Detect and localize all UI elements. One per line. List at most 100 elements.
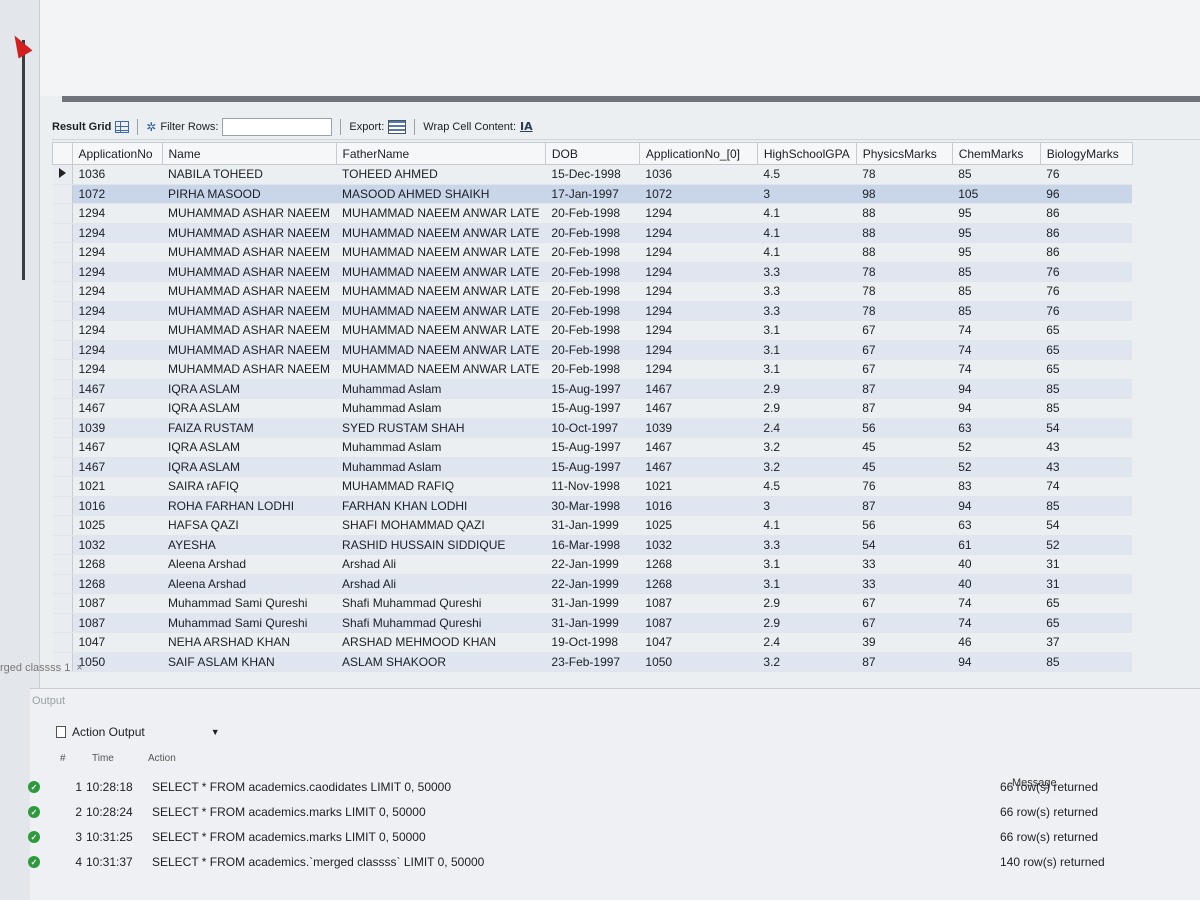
table-cell[interactable]: 61 <box>952 535 1041 555</box>
table-row[interactable]: 1036 NABILA TOHEED TOHEED AHMED 15-Dec-1998… <box>52 164 1133 185</box>
table-cell[interactable]: 56 <box>856 418 953 438</box>
table-cell[interactable]: 30-Mar-1998 <box>545 496 640 516</box>
table-cell[interactable]: 1294 <box>639 242 758 263</box>
table-cell[interactable]: 3 <box>757 496 857 516</box>
table-cell[interactable]: 22-Jan-1999 <box>545 574 640 594</box>
table-cell[interactable]: 1294 <box>72 281 162 302</box>
result-grid-tab[interactable]: Result Grid <box>52 120 130 133</box>
table-cell[interactable]: MUHAMMAD NAEEM ANWAR LATE <box>336 320 546 341</box>
filter-rows-input[interactable] <box>222 117 333 136</box>
table-row[interactable]: 1294 MUHAMMAD ASHAR NAEEM MUHAMMAD NAEEM A… <box>52 262 1133 282</box>
table-cell[interactable]: 2.4 <box>757 632 857 653</box>
table-row[interactable]: 1467 IQRA ASLAM Muhammad Aslam 15-Aug-1997 1… <box>52 379 1133 399</box>
table-row[interactable]: 1294 MUHAMMAD ASHAR NAEEM MUHAMMAD NAEEM A… <box>52 203 1133 224</box>
table-cell[interactable]: 86 <box>1040 203 1133 224</box>
table-cell[interactable]: 31-Jan-1999 <box>545 613 640 633</box>
table-cell[interactable]: MUHAMMAD ASHAR NAEEM <box>162 203 337 224</box>
row-gutter[interactable] <box>52 398 73 419</box>
table-cell[interactable]: 63 <box>952 418 1041 438</box>
table-cell[interactable]: ASLAM SHAKOOR <box>336 652 546 672</box>
row-gutter[interactable] <box>52 301 73 321</box>
table-cell[interactable]: 83 <box>952 476 1041 497</box>
table-cell[interactable]: 1032 <box>639 535 758 555</box>
table-cell[interactable]: 94 <box>952 398 1041 419</box>
table-cell[interactable]: Aleena Arshad <box>162 574 337 594</box>
table-cell[interactable]: IQRA ASLAM <box>162 398 337 419</box>
table-cell[interactable]: MUHAMMAD ASHAR NAEEM <box>162 320 337 341</box>
table-cell[interactable]: 1294 <box>72 223 162 243</box>
table-cell[interactable]: 1294 <box>72 262 162 282</box>
table-cell[interactable]: 20-Feb-1998 <box>545 262 640 282</box>
table-row[interactable]: 1467 IQRA ASLAM Muhammad Aslam 15-Aug-1997 1… <box>52 437 1133 458</box>
table-row[interactable]: 1294 MUHAMMAD ASHAR NAEEM MUHAMMAD NAEEM A… <box>52 301 1133 321</box>
table-cell[interactable]: MASOOD AHMED SHAIKH <box>336 184 546 204</box>
table-cell[interactable]: 1467 <box>639 457 758 477</box>
table-cell[interactable]: 1087 <box>72 593 162 614</box>
table-cell[interactable]: Muhammad Aslam <box>336 437 546 458</box>
column-header[interactable]: ApplicationNo <box>71 142 163 165</box>
output-row[interactable]: ✓ 2 10:28:24 SELECT * FROM academics.marks … <box>28 800 1200 824</box>
table-cell[interactable]: 85 <box>1040 379 1133 399</box>
table-cell[interactable]: 4.1 <box>757 223 857 243</box>
table-cell[interactable]: 98 <box>856 184 953 204</box>
table-cell[interactable]: 43 <box>1040 437 1133 458</box>
table-cell[interactable]: 86 <box>1040 242 1133 263</box>
table-cell[interactable]: 3.3 <box>757 262 857 282</box>
table-cell[interactable]: 78 <box>856 281 953 302</box>
table-cell[interactable]: 56 <box>856 515 953 536</box>
table-cell[interactable]: NABILA TOHEED <box>162 164 337 185</box>
table-cell[interactable]: 20-Feb-1998 <box>545 320 640 341</box>
table-cell[interactable]: 86 <box>1040 223 1133 243</box>
wrap-cell-control[interactable]: Wrap Cell Content: IA <box>423 120 532 133</box>
table-cell[interactable]: 78 <box>856 262 953 282</box>
table-cell[interactable]: 85 <box>1040 496 1133 516</box>
table-cell[interactable]: NEHA ARSHAD KHAN <box>162 632 337 653</box>
table-cell[interactable]: 4.1 <box>757 515 857 536</box>
table-cell[interactable]: 1072 <box>72 184 162 204</box>
table-cell[interactable]: 95 <box>952 203 1041 224</box>
row-gutter[interactable] <box>52 476 73 497</box>
row-gutter[interactable] <box>52 437 73 458</box>
table-cell[interactable]: Muhammad Sami Qureshi <box>162 593 337 614</box>
table-cell[interactable]: 87 <box>856 398 953 419</box>
table-row[interactable]: 1294 MUHAMMAD ASHAR NAEEM MUHAMMAD NAEEM A… <box>52 223 1133 243</box>
table-cell[interactable]: MUHAMMAD RAFIQ <box>336 476 546 497</box>
table-row[interactable]: 1021 SAIRA rAFIQ MUHAMMAD RAFIQ 11-Nov-1998… <box>52 476 1133 497</box>
table-cell[interactable]: 40 <box>952 574 1041 594</box>
table-cell[interactable]: SHAFI MOHAMMAD QAZI <box>336 515 546 536</box>
table-cell[interactable]: 1294 <box>72 242 162 263</box>
table-cell[interactable]: 1294 <box>639 359 758 380</box>
table-cell[interactable]: 54 <box>856 535 953 555</box>
table-row[interactable]: 1467 IQRA ASLAM Muhammad Aslam 15-Aug-1997 1… <box>52 457 1133 477</box>
table-cell[interactable]: 74 <box>952 320 1041 341</box>
table-cell[interactable]: 88 <box>856 203 953 224</box>
row-gutter[interactable] <box>52 535 73 555</box>
table-cell[interactable]: 67 <box>856 593 953 614</box>
table-cell[interactable]: SAIRA rAFIQ <box>162 476 337 497</box>
table-row[interactable]: 1047 NEHA ARSHAD KHAN ARSHAD MEHMOOD KHAN 1… <box>52 632 1133 653</box>
table-cell[interactable]: TOHEED AHMED <box>336 164 546 185</box>
column-header[interactable]: ChemMarks <box>951 142 1041 165</box>
table-cell[interactable]: 105 <box>952 184 1041 204</box>
column-header[interactable]: FatherName <box>335 142 546 165</box>
output-row[interactable]: ✓ 1 10:28:18 SELECT * FROM academics.caodid… <box>28 775 1200 799</box>
table-cell[interactable]: 1036 <box>72 164 162 185</box>
table-cell[interactable]: 76 <box>1040 301 1133 321</box>
table-cell[interactable]: 85 <box>952 164 1041 185</box>
table-cell[interactable]: MUHAMMAD NAEEM ANWAR LATE <box>336 281 546 302</box>
table-cell[interactable]: Muhammad Aslam <box>336 398 546 419</box>
table-cell[interactable]: 52 <box>952 457 1041 477</box>
table-cell[interactable]: 88 <box>856 223 953 243</box>
table-cell[interactable]: Muhammad Sami Qureshi <box>162 613 337 633</box>
table-cell[interactable]: 4.5 <box>757 164 857 185</box>
table-cell[interactable]: 1021 <box>639 476 758 497</box>
table-cell[interactable]: 1467 <box>72 437 162 458</box>
table-cell[interactable]: 22-Jan-1999 <box>545 554 640 575</box>
table-cell[interactable]: 76 <box>1040 164 1133 185</box>
table-cell[interactable]: 31 <box>1040 574 1133 594</box>
table-cell[interactable]: 1294 <box>639 203 758 224</box>
table-cell[interactable]: SAIF ASLAM KHAN <box>162 652 337 672</box>
table-cell[interactable]: MUHAMMAD ASHAR NAEEM <box>162 242 337 263</box>
output-type-selector[interactable]: Action Output ▼ <box>56 725 220 739</box>
table-row[interactable]: 1294 MUHAMMAD ASHAR NAEEM MUHAMMAD NAEEM A… <box>52 359 1133 380</box>
